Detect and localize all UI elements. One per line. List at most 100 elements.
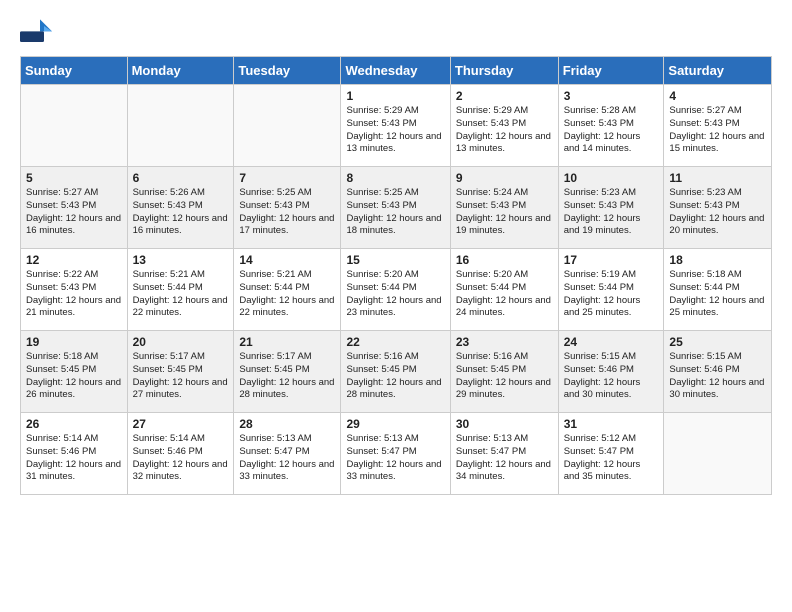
day-number: 22 [346,335,444,349]
day-info: Sunrise: 5:20 AM Sunset: 5:44 PM Dayligh… [456,269,553,320]
day-info: Sunrise: 5:25 AM Sunset: 5:43 PM Dayligh… [239,187,335,238]
calendar-day-cell: 21 Sunrise: 5:17 AM Sunset: 5:45 PM Dayli… [234,331,341,413]
calendar-day-cell [127,85,234,167]
calendar-day-header: Saturday [664,57,772,85]
day-number: 25 [669,335,766,349]
calendar-day-header: Wednesday [341,57,450,85]
day-number: 26 [26,417,122,431]
calendar-week-row: 19 Sunrise: 5:18 AM Sunset: 5:45 PM Dayli… [21,331,772,413]
day-info: Sunrise: 5:14 AM Sunset: 5:46 PM Dayligh… [26,433,122,484]
calendar-day-cell: 6 Sunrise: 5:26 AM Sunset: 5:43 PM Daylig… [127,167,234,249]
calendar-day-cell: 9 Sunrise: 5:24 AM Sunset: 5:43 PM Daylig… [450,167,558,249]
calendar-day-cell: 8 Sunrise: 5:25 AM Sunset: 5:43 PM Daylig… [341,167,450,249]
day-info: Sunrise: 5:13 AM Sunset: 5:47 PM Dayligh… [456,433,553,484]
day-info: Sunrise: 5:19 AM Sunset: 5:44 PM Dayligh… [564,269,659,320]
day-number: 31 [564,417,659,431]
day-info: Sunrise: 5:21 AM Sunset: 5:44 PM Dayligh… [133,269,229,320]
calendar-day-cell [234,85,341,167]
day-info: Sunrise: 5:16 AM Sunset: 5:45 PM Dayligh… [456,351,553,402]
calendar-day-header: Monday [127,57,234,85]
day-number: 13 [133,253,229,267]
calendar-day-cell: 16 Sunrise: 5:20 AM Sunset: 5:44 PM Dayli… [450,249,558,331]
page: SundayMondayTuesdayWednesdayThursdayFrid… [0,0,792,505]
logo-icon [20,18,52,46]
day-number: 4 [669,89,766,103]
calendar-week-row: 1Sunrise: 5:29 AM Sunset: 5:43 PM Daylig… [21,85,772,167]
day-info: Sunrise: 5:18 AM Sunset: 5:44 PM Dayligh… [669,269,766,320]
header [20,18,772,46]
calendar-day-cell: 10 Sunrise: 5:23 AM Sunset: 5:43 PM Dayli… [558,167,664,249]
day-number: 29 [346,417,444,431]
day-info: Sunrise: 5:23 AM Sunset: 5:43 PM Dayligh… [564,187,659,238]
day-info: Sunrise: 5:27 AM Sunset: 5:43 PM Dayligh… [669,105,766,156]
day-info: Sunrise: 5:20 AM Sunset: 5:44 PM Dayligh… [346,269,444,320]
day-number: 6 [133,171,229,185]
calendar-day-cell: 14Sunrise: 5:21 AM Sunset: 5:44 PM Dayli… [234,249,341,331]
day-number: 2 [456,89,553,103]
calendar-day-cell: 29 Sunrise: 5:13 AM Sunset: 5:47 PM Dayli… [341,413,450,495]
calendar-day-cell: 12Sunrise: 5:22 AM Sunset: 5:43 PM Dayli… [21,249,128,331]
day-number: 14 [239,253,335,267]
calendar-table: SundayMondayTuesdayWednesdayThursdayFrid… [20,56,772,495]
calendar-day-cell: 7 Sunrise: 5:25 AM Sunset: 5:43 PM Daylig… [234,167,341,249]
day-number: 19 [26,335,122,349]
day-number: 16 [456,253,553,267]
day-number: 21 [239,335,335,349]
day-info: Sunrise: 5:14 AM Sunset: 5:46 PM Dayligh… [133,433,229,484]
calendar-day-cell: 23 Sunrise: 5:16 AM Sunset: 5:45 PM Dayli… [450,331,558,413]
calendar-week-row: 12Sunrise: 5:22 AM Sunset: 5:43 PM Dayli… [21,249,772,331]
day-number: 23 [456,335,553,349]
calendar-day-header: Thursday [450,57,558,85]
logo [20,18,56,46]
calendar-day-cell: 22 Sunrise: 5:16 AM Sunset: 5:45 PM Dayli… [341,331,450,413]
day-info: Sunrise: 5:24 AM Sunset: 5:43 PM Dayligh… [456,187,553,238]
calendar-week-row: 26 Sunrise: 5:14 AM Sunset: 5:46 PM Dayli… [21,413,772,495]
calendar-day-cell [664,413,772,495]
day-info: Sunrise: 5:17 AM Sunset: 5:45 PM Dayligh… [133,351,229,402]
calendar-day-cell: 15 Sunrise: 5:20 AM Sunset: 5:44 PM Dayli… [341,249,450,331]
calendar-day-header: Sunday [21,57,128,85]
calendar-day-cell: 3 Sunrise: 5:28 AM Sunset: 5:43 PM Daylig… [558,85,664,167]
day-number: 7 [239,171,335,185]
day-info: Sunrise: 5:22 AM Sunset: 5:43 PM Dayligh… [26,269,122,320]
calendar-day-cell: 2Sunrise: 5:29 AM Sunset: 5:43 PM Daylig… [450,85,558,167]
calendar-day-cell: 24 Sunrise: 5:15 AM Sunset: 5:46 PM Dayli… [558,331,664,413]
day-number: 3 [564,89,659,103]
calendar-day-cell: 27 Sunrise: 5:14 AM Sunset: 5:46 PM Dayli… [127,413,234,495]
day-number: 18 [669,253,766,267]
day-info: Sunrise: 5:17 AM Sunset: 5:45 PM Dayligh… [239,351,335,402]
calendar-week-row: 5 Sunrise: 5:27 AM Sunset: 5:43 PM Daylig… [21,167,772,249]
day-number: 28 [239,417,335,431]
day-info: Sunrise: 5:25 AM Sunset: 5:43 PM Dayligh… [346,187,444,238]
calendar-day-cell [21,85,128,167]
day-number: 5 [26,171,122,185]
calendar-day-cell: 26 Sunrise: 5:14 AM Sunset: 5:46 PM Dayli… [21,413,128,495]
day-info: Sunrise: 5:13 AM Sunset: 5:47 PM Dayligh… [239,433,335,484]
day-number: 24 [564,335,659,349]
day-info: Sunrise: 5:15 AM Sunset: 5:46 PM Dayligh… [564,351,659,402]
calendar-day-header: Tuesday [234,57,341,85]
day-number: 10 [564,171,659,185]
day-info: Sunrise: 5:13 AM Sunset: 5:47 PM Dayligh… [346,433,444,484]
calendar-day-cell: 18 Sunrise: 5:18 AM Sunset: 5:44 PM Dayli… [664,249,772,331]
day-info: Sunrise: 5:18 AM Sunset: 5:45 PM Dayligh… [26,351,122,402]
day-number: 15 [346,253,444,267]
day-info: Sunrise: 5:23 AM Sunset: 5:43 PM Dayligh… [669,187,766,238]
calendar-day-cell: 19 Sunrise: 5:18 AM Sunset: 5:45 PM Dayli… [21,331,128,413]
calendar-day-cell: 5 Sunrise: 5:27 AM Sunset: 5:43 PM Daylig… [21,167,128,249]
calendar-day-cell: 25Sunrise: 5:15 AM Sunset: 5:46 PM Dayli… [664,331,772,413]
day-info: Sunrise: 5:29 AM Sunset: 5:43 PM Dayligh… [346,105,444,156]
day-number: 27 [133,417,229,431]
day-info: Sunrise: 5:12 AM Sunset: 5:47 PM Dayligh… [564,433,659,484]
day-number: 17 [564,253,659,267]
day-number: 20 [133,335,229,349]
day-info: Sunrise: 5:28 AM Sunset: 5:43 PM Dayligh… [564,105,659,156]
day-number: 8 [346,171,444,185]
calendar-day-cell: 30 Sunrise: 5:13 AM Sunset: 5:47 PM Dayli… [450,413,558,495]
day-info: Sunrise: 5:26 AM Sunset: 5:43 PM Dayligh… [133,187,229,238]
day-info: Sunrise: 5:27 AM Sunset: 5:43 PM Dayligh… [26,187,122,238]
day-info: Sunrise: 5:16 AM Sunset: 5:45 PM Dayligh… [346,351,444,402]
day-number: 30 [456,417,553,431]
calendar-day-cell: 28 Sunrise: 5:13 AM Sunset: 5:47 PM Dayli… [234,413,341,495]
day-number: 9 [456,171,553,185]
